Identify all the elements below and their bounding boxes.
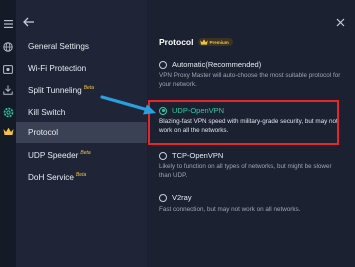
page-title-row: Protocol Premium: [159, 37, 233, 47]
option-description: Likely to function on all types of netwo…: [159, 163, 332, 180]
premium-badge: Premium: [198, 38, 233, 46]
sidebar-item-label: General Settings: [28, 42, 89, 51]
beta-badge: Beta: [83, 84, 95, 91]
beta-badge: Beta: [75, 171, 87, 178]
sidebar-item-doh-service[interactable]: DoH Service Beta: [16, 167, 147, 188]
option-label: TCP-OpenVPN: [172, 151, 224, 160]
menu-icon[interactable]: [2, 18, 14, 30]
protocol-option-v2ray[interactable]: V2ray: [159, 193, 192, 202]
option-label: V2ray: [172, 193, 192, 202]
sidebar-item-wifi-protection[interactable]: Wi-Fi Protection: [16, 58, 147, 79]
sidebar-item-general-settings[interactable]: General Settings: [16, 36, 147, 57]
settings-gear-icon[interactable]: [2, 106, 14, 118]
radio-button[interactable]: [159, 193, 167, 202]
sidebar-item-label: Protocol: [28, 128, 59, 137]
sidebar-item-label: Wi-Fi Protection: [28, 64, 87, 73]
sidebar-item-label: Split Tunneling: [28, 86, 82, 95]
page-title: Protocol: [159, 37, 194, 47]
sidebar-item-protocol[interactable]: Protocol: [16, 122, 147, 143]
sidebar-item-udp-speeder[interactable]: UDP Speeder Beta: [16, 145, 147, 166]
option-description: VPN Proxy Master will auto-choose the mo…: [159, 72, 341, 89]
sidebar-item-label: DoH Service: [28, 173, 74, 182]
radio-button[interactable]: [159, 60, 167, 69]
annotation-arrow-icon: [100, 95, 156, 115]
speed-icon[interactable]: [2, 63, 14, 75]
radio-button[interactable]: [159, 151, 167, 160]
crown-icon[interactable]: [2, 125, 14, 137]
globe-icon[interactable]: [2, 41, 14, 53]
protocol-option-automatic[interactable]: Automatic(Recommended): [159, 60, 261, 69]
sidebar-item-label: UDP Speeder: [28, 151, 79, 160]
beta-badge: Beta: [80, 149, 91, 156]
crown-icon: [200, 39, 209, 45]
protocol-option-tcp-openvpn[interactable]: TCP-OpenVPN: [159, 151, 223, 160]
close-icon[interactable]: [336, 14, 345, 27]
download-icon[interactable]: [2, 84, 14, 96]
option-label: Automatic(Recommended): [172, 60, 262, 69]
sidebar-item-label: Kill Switch: [28, 108, 66, 117]
option-description: Fast connection, but may not work on all…: [159, 206, 301, 213]
back-arrow-icon[interactable]: [22, 15, 36, 29]
annotation-highlight-box: [148, 100, 339, 145]
settings-sidebar: General Settings Wi-Fi Protection Split …: [16, 0, 147, 267]
icon-rail: [0, 0, 16, 267]
